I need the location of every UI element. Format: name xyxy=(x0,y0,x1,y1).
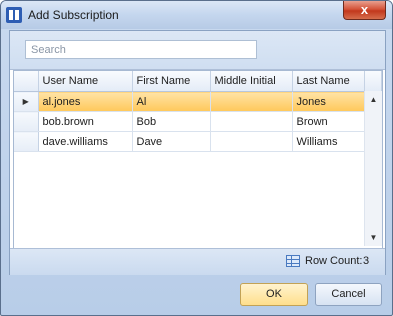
cell-middle-initial[interactable] xyxy=(210,111,293,132)
row-count-value: 3 xyxy=(363,255,370,267)
cell-first-name[interactable]: Al xyxy=(132,91,211,112)
table-header-row: User Name First Name Middle Initial Last… xyxy=(14,71,382,92)
scroll-down-arrow-icon[interactable]: ▼ xyxy=(365,229,382,246)
cell-first-name[interactable]: Dave xyxy=(132,131,211,152)
row-header xyxy=(14,131,39,152)
cell-user-name[interactable]: al.jones xyxy=(38,91,133,112)
column-header-last-name[interactable]: Last Name xyxy=(292,71,365,92)
column-header-first-name[interactable]: First Name xyxy=(132,71,211,92)
current-row-indicator-icon: ▶ xyxy=(14,91,39,112)
grid-icon xyxy=(286,255,300,267)
column-header-user-name[interactable]: User Name xyxy=(38,71,133,92)
title-bar[interactable]: Add Subscription x xyxy=(1,1,392,29)
users-grid: User Name First Name Middle Initial Last… xyxy=(13,70,383,249)
scroll-up-arrow-icon[interactable]: ▲ xyxy=(365,91,382,108)
row-header-corner xyxy=(14,71,39,92)
table-row[interactable]: bob.brown Bob Brown xyxy=(14,111,382,132)
cancel-button[interactable]: Cancel xyxy=(315,283,382,306)
dialog-content: User Name First Name Middle Initial Last… xyxy=(9,30,386,275)
cell-user-name[interactable]: bob.brown xyxy=(38,111,133,132)
grid-footer: Row Count: 3 xyxy=(10,248,385,275)
users-table: User Name First Name Middle Initial Last… xyxy=(14,71,382,152)
search-panel xyxy=(10,31,385,70)
cell-last-name[interactable]: Jones xyxy=(292,91,365,112)
cell-user-name[interactable]: dave.williams xyxy=(38,131,133,152)
table-row[interactable]: ▶ al.jones Al Jones xyxy=(14,91,382,112)
header-filler xyxy=(364,71,382,92)
column-header-middle-initial[interactable]: Middle Initial xyxy=(210,71,293,92)
close-button[interactable]: x xyxy=(343,1,386,20)
search-input[interactable] xyxy=(25,40,257,59)
table-row[interactable]: dave.williams Dave Williams xyxy=(14,131,382,152)
cell-middle-initial[interactable] xyxy=(210,91,293,112)
window-title: Add Subscription xyxy=(28,8,119,22)
cell-last-name[interactable]: Williams xyxy=(292,131,365,152)
row-header xyxy=(14,111,39,132)
cell-first-name[interactable]: Bob xyxy=(132,111,211,132)
dialog-window: Add Subscription x User Name First Name … xyxy=(0,0,393,316)
vertical-scrollbar[interactable]: ▲ ▼ xyxy=(364,91,382,246)
row-count-label: Row Count: xyxy=(305,255,363,267)
cell-last-name[interactable]: Brown xyxy=(292,111,365,132)
ok-button[interactable]: OK xyxy=(240,283,308,306)
cell-middle-initial[interactable] xyxy=(210,131,293,152)
app-icon xyxy=(6,7,22,23)
